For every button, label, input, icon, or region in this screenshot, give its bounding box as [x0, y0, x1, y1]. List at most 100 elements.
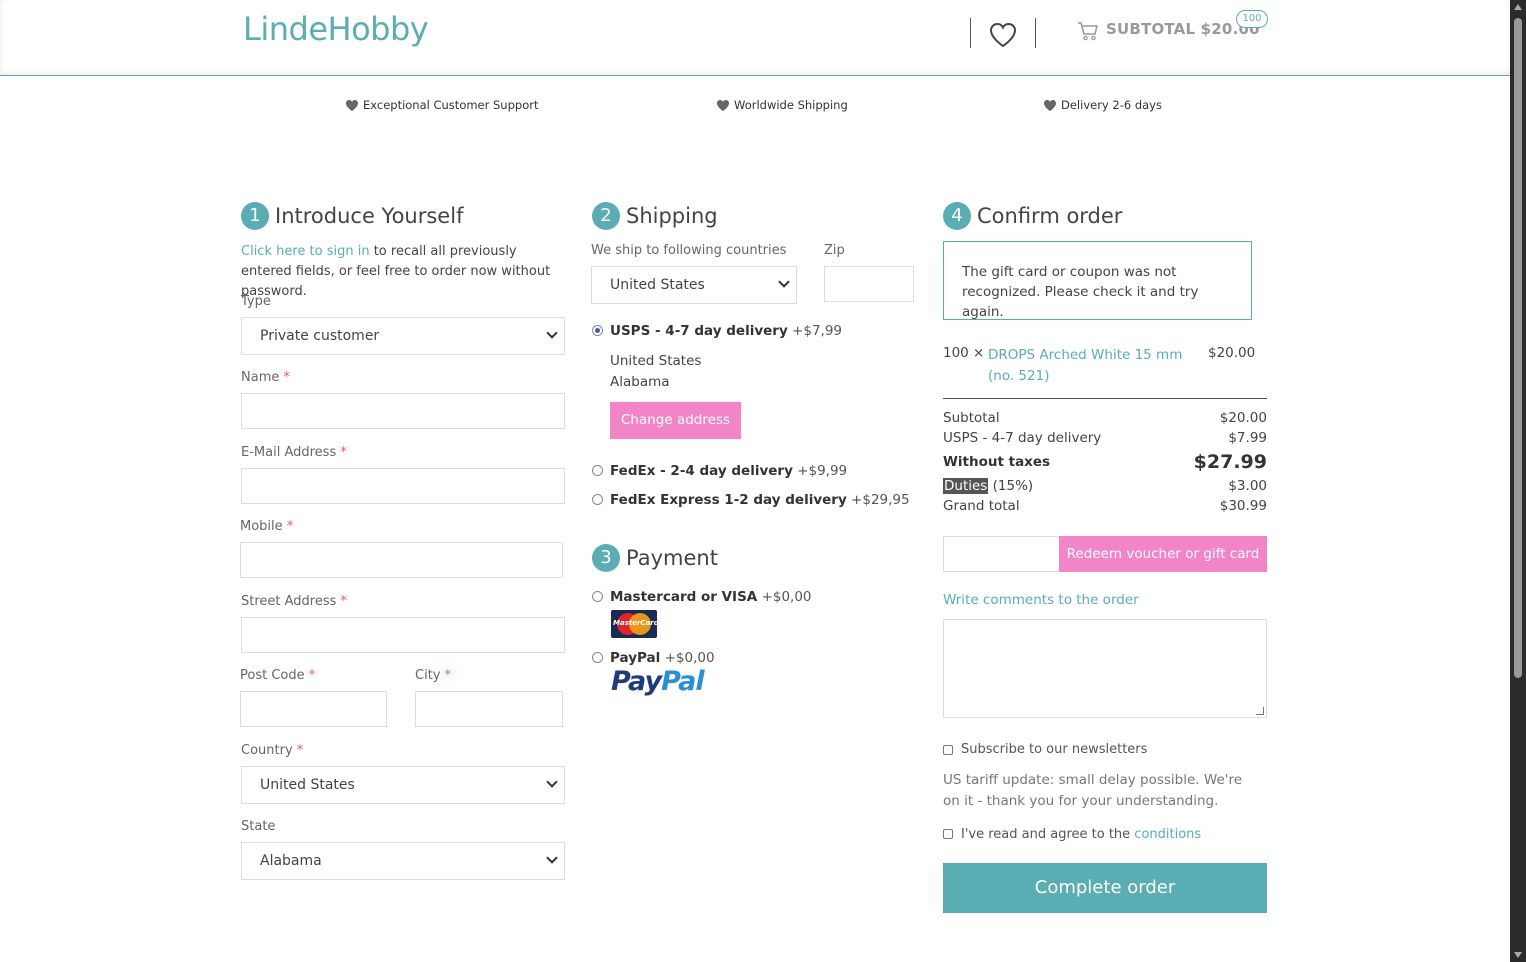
- order-line-product-link[interactable]: DROPS Arched White 15 mm (no. 521): [988, 345, 1203, 387]
- step-1-heading: 1 Introduce Yourself: [241, 202, 463, 230]
- address-line: Alabama: [610, 374, 670, 390]
- terms-checkbox[interactable]: [943, 829, 953, 839]
- select-value: United States: [610, 277, 705, 293]
- state-select[interactable]: Alabama: [241, 842, 565, 880]
- usp-item: Worldwide Shipping: [716, 98, 848, 112]
- subtotal-value: $20.00: [1219, 410, 1267, 426]
- postcode-field[interactable]: [240, 691, 387, 727]
- shipping-fedex-express-radio[interactable]: [592, 494, 603, 505]
- step-number: 4: [943, 202, 971, 230]
- country-select[interactable]: United States: [241, 766, 565, 804]
- select-value: Alabama: [260, 853, 322, 869]
- country-label: Country *: [241, 743, 304, 758]
- coupon-error-message: The gift card or coupon was not recogniz…: [943, 241, 1252, 320]
- tariff-notice: US tariff update: small delay possible. …: [943, 772, 1243, 809]
- conditions-link[interactable]: conditions: [1134, 827, 1201, 842]
- usp-label: Exceptional Customer Support: [363, 98, 539, 112]
- shipping-option-fedex-express[interactable]: FedEx Express 1-2 day delivery +$29,95: [610, 492, 910, 508]
- step-number: 3: [592, 544, 620, 572]
- subtotal-label: Subtotal: [943, 410, 1000, 426]
- name-label: Name *: [241, 370, 290, 385]
- step-title: Shipping: [626, 204, 718, 228]
- cart-count-badge: 100: [1236, 10, 1268, 28]
- usp-label: Worldwide Shipping: [734, 98, 848, 112]
- scrollbar-thumb[interactable]: [1514, 18, 1522, 678]
- site-header: LindeHobby SUBTOTAL $20.00 100: [0, 0, 1510, 76]
- totals-divider: [943, 398, 1267, 399]
- without-taxes-value: $27.99: [1193, 451, 1267, 473]
- without-taxes-label: Without taxes: [943, 454, 1051, 470]
- payment-option-paypal[interactable]: PayPal +$0,00: [610, 650, 715, 666]
- chevron-down-icon: [546, 776, 558, 788]
- paypal-logo: PayPal: [611, 666, 705, 697]
- shipping-country-select[interactable]: United States: [591, 266, 797, 304]
- shipping-fedex-radio[interactable]: [592, 465, 603, 476]
- shipping-option-usps[interactable]: USPS - 4-7 day delivery +$7,99: [610, 323, 842, 339]
- order-line-price: $20.00: [1208, 345, 1256, 361]
- newsletter-checkbox[interactable]: [943, 745, 953, 755]
- select-value: United States: [260, 777, 355, 793]
- chevron-down-icon: [778, 276, 790, 288]
- step-3-heading: 3 Payment: [592, 544, 718, 572]
- chevron-down-icon: [546, 327, 558, 339]
- redeem-voucher-button[interactable]: Redeem voucher or gift card: [1059, 536, 1267, 572]
- city-label: City *: [415, 668, 452, 683]
- step-2-heading: 2 Shipping: [592, 202, 718, 230]
- address-line: United States: [610, 353, 702, 369]
- type-label: Type: [241, 294, 271, 309]
- duties-value: $3.00: [1228, 478, 1267, 494]
- step-4-heading: 4 Confirm order: [943, 202, 1122, 230]
- usp-item: Delivery 2-6 days: [1043, 98, 1162, 112]
- grand-total-label: Grand total: [943, 498, 1020, 514]
- complete-order-button[interactable]: Complete order: [943, 863, 1267, 913]
- email-field[interactable]: [241, 468, 565, 504]
- scroll-up-arrow-icon[interactable]: [1514, 4, 1522, 10]
- customer-type-select[interactable]: Private customer: [241, 317, 565, 355]
- ship-countries-label: We ship to following countries: [591, 243, 787, 258]
- order-line-qty: 100 ×: [943, 345, 985, 361]
- duties-label: Duties (15%): [943, 478, 1034, 494]
- mobile-label: Mobile *: [240, 519, 294, 534]
- step-number: 1: [241, 202, 269, 230]
- site-logo[interactable]: LindeHobby: [243, 10, 429, 48]
- heart-icon: [346, 99, 358, 111]
- heart-icon: [717, 99, 729, 111]
- mobile-field[interactable]: [240, 542, 563, 578]
- step-title: Confirm order: [977, 204, 1123, 228]
- write-comments-link[interactable]: Write comments to the order: [943, 592, 1139, 608]
- street-label: Street Address *: [241, 594, 348, 609]
- street-address-field[interactable]: [241, 617, 565, 653]
- terms-label: I've read and agree to the conditions: [961, 827, 1202, 842]
- shipping-cost-label: USPS - 4-7 day delivery: [943, 430, 1102, 446]
- usp-label: Delivery 2-6 days: [1061, 98, 1162, 112]
- step-title: Payment: [626, 546, 718, 570]
- zip-label: Zip: [824, 243, 845, 258]
- wishlist-heart-icon[interactable]: [988, 21, 1018, 49]
- order-comments-textarea[interactable]: [943, 619, 1267, 718]
- cart-icon[interactable]: [1077, 20, 1099, 42]
- shipping-option-fedex[interactable]: FedEx - 2-4 day delivery +$9,99: [610, 463, 847, 479]
- state-label: State: [241, 819, 276, 834]
- newsletter-label: Subscribe to our newsletters: [961, 742, 1148, 757]
- change-address-button[interactable]: Change address: [610, 402, 741, 439]
- grand-total-value: $30.99: [1219, 498, 1267, 514]
- usp-item: Exceptional Customer Support: [345, 98, 538, 112]
- zip-field[interactable]: [824, 266, 914, 302]
- city-field[interactable]: [415, 691, 563, 727]
- name-field[interactable]: [241, 393, 565, 429]
- payment-option-card[interactable]: Mastercard or VISA +$0,00: [610, 589, 812, 605]
- step-title: Introduce Yourself: [275, 204, 464, 228]
- payment-card-radio[interactable]: [592, 591, 603, 602]
- mastercard-logo: MasterCard: [611, 610, 657, 638]
- scroll-down-arrow-icon[interactable]: [1514, 952, 1522, 958]
- email-label: E-Mail Address *: [241, 445, 347, 460]
- step-number: 2: [592, 202, 620, 230]
- page-scrollbar[interactable]: [1510, 0, 1526, 962]
- payment-paypal-radio[interactable]: [592, 652, 603, 663]
- shipping-usps-radio[interactable]: [592, 325, 603, 336]
- voucher-code-input[interactable]: [943, 536, 1060, 572]
- resize-grip-icon[interactable]: [1256, 707, 1264, 715]
- shipping-cost-value: $7.99: [1228, 430, 1267, 446]
- sign-in-link[interactable]: Click here to sign in: [241, 244, 370, 259]
- header-divider: [970, 18, 971, 48]
